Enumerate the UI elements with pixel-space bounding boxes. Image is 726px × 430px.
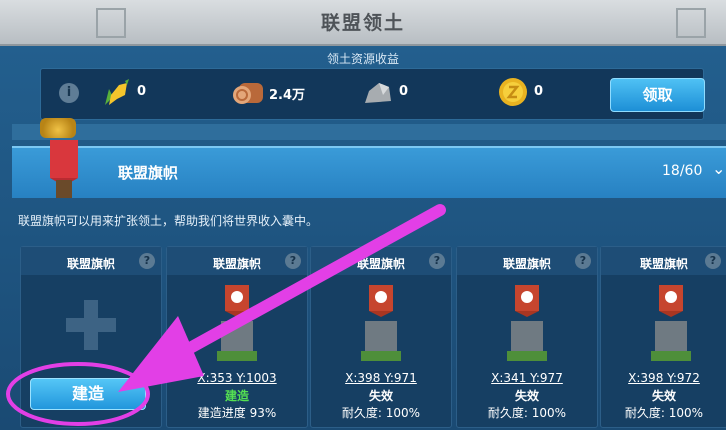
- plus-icon-vertical: [84, 300, 98, 350]
- flag-status: 失效: [651, 389, 676, 403]
- flag-card[interactable]: 联盟旗帜 ? X:341 Y:977 失效 耐久度: 100%: [456, 246, 598, 428]
- stone-value: 0: [399, 84, 409, 99]
- resources-title: 领土资源收益: [326, 52, 399, 66]
- flag-banner-icon: [50, 140, 78, 198]
- section-description: 联盟旗帜可以用来扩张领土，帮助我们将世界收入囊中。: [18, 214, 319, 228]
- info-icon[interactable]: i: [59, 83, 79, 103]
- section-title: 联盟旗帜: [118, 164, 179, 182]
- chevron-down-icon[interactable]: ⌄: [712, 159, 725, 178]
- flag-detail: 耐久度: 100%: [487, 406, 567, 420]
- flag-status: 失效: [368, 389, 393, 403]
- page-title: 联盟领土: [320, 12, 405, 34]
- resource-bar: i 0 2.4万 0 0 领取: [40, 68, 705, 120]
- flag-coordinates[interactable]: X:398 Y:972: [601, 371, 726, 385]
- help-icon[interactable]: ?: [429, 253, 445, 269]
- previous-section-strip: [12, 124, 726, 140]
- build-button[interactable]: 建造: [30, 378, 146, 410]
- flag-status: 建造: [224, 389, 249, 403]
- flag-card[interactable]: 联盟旗帜 ? X:398 Y:972 失效 耐久度: 100%: [600, 246, 726, 428]
- flag-coordinates[interactable]: X:341 Y:977: [457, 371, 597, 385]
- section-count: 18/60: [662, 163, 703, 179]
- flag-tower-icon: [217, 285, 257, 361]
- flag-tower-icon: [361, 285, 401, 361]
- stone-icon: [365, 83, 391, 103]
- flag-detail: 耐久度: 100%: [624, 406, 704, 420]
- wood-log-icon: [233, 83, 263, 104]
- flag-detail: 耐久度: 100%: [341, 406, 421, 420]
- flag-coordinates[interactable]: X:353 Y:1003: [167, 371, 307, 385]
- gold-pile-icon: [40, 118, 76, 138]
- gold-value: 0: [534, 84, 544, 99]
- claim-button[interactable]: 领取: [610, 78, 705, 112]
- flag-card[interactable]: 联盟旗帜 ? X:398 Y:971 失效 耐久度: 100%: [310, 246, 452, 428]
- help-icon[interactable]: ?: [575, 253, 591, 269]
- flag-status: 失效: [514, 389, 539, 403]
- title-bar: 联盟领土: [0, 0, 726, 46]
- gold-coin-icon: [499, 78, 527, 106]
- help-icon[interactable]: ?: [285, 253, 301, 269]
- help-icon[interactable]: ?: [139, 253, 155, 269]
- corn-icon: [105, 79, 129, 105]
- flag-tower-icon: [651, 285, 691, 361]
- help-icon[interactable]: ?: [705, 253, 721, 269]
- flag-coordinates[interactable]: X:398 Y:971: [311, 371, 451, 385]
- wood-value: 2.4万: [269, 88, 306, 103]
- flag-detail: 建造进度 93%: [197, 406, 277, 420]
- ornament-icon: [676, 8, 706, 38]
- flag-tower-icon: [507, 285, 547, 361]
- flag-card[interactable]: 联盟旗帜 ? X:353 Y:1003 建造 建造进度 93%: [166, 246, 308, 428]
- corn-value: 0: [137, 84, 147, 99]
